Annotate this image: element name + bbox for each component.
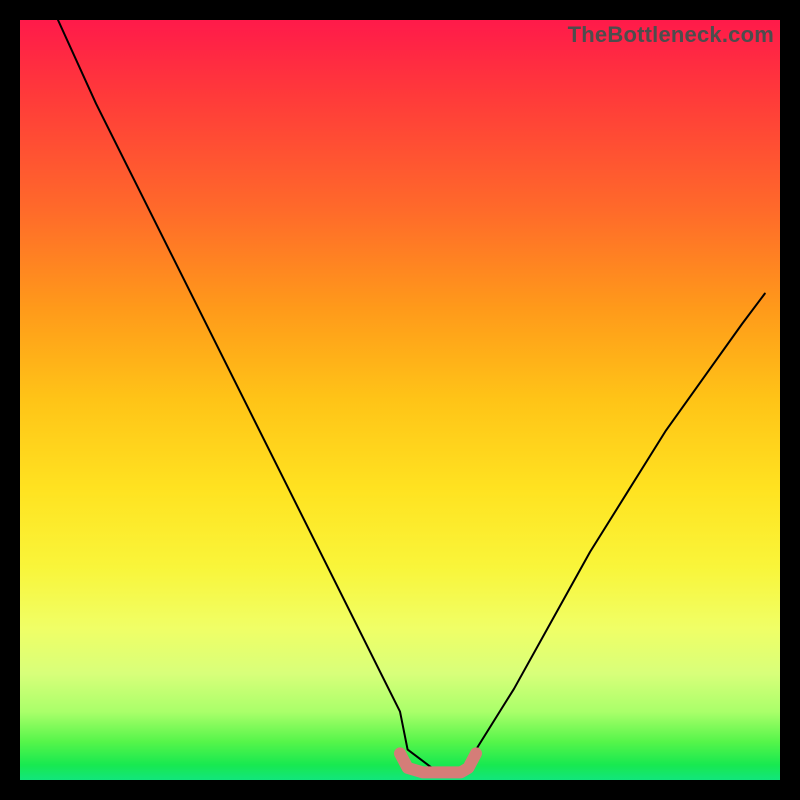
bottleneck-curve <box>58 20 765 772</box>
chart-frame: TheBottleneck.com <box>20 20 780 780</box>
highlight-segment <box>400 753 476 772</box>
chart-svg <box>20 20 780 780</box>
